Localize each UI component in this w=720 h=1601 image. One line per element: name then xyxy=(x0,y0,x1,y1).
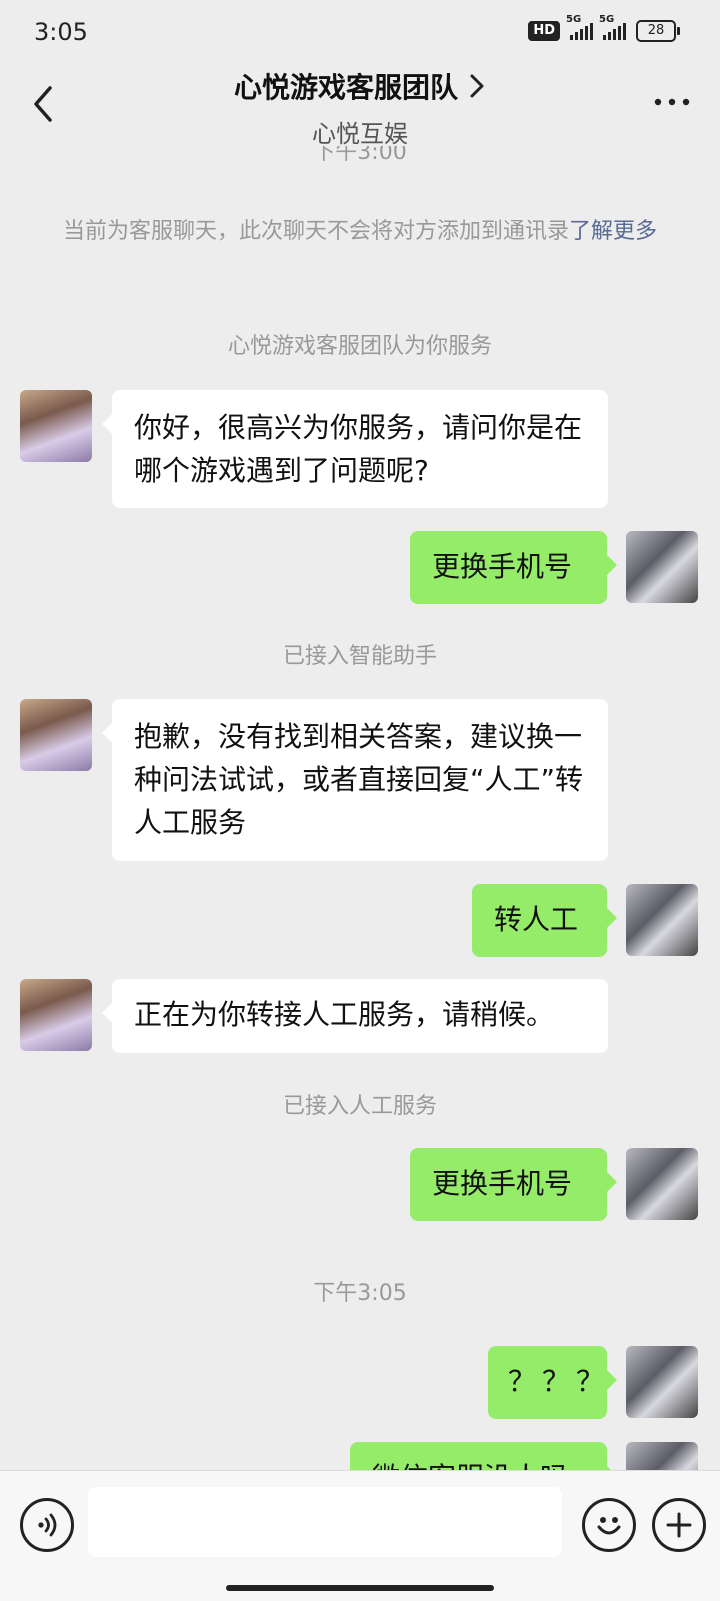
battery-icon: 28 xyxy=(636,20,680,42)
service-intro: 心悦游戏客服团队为你服务 xyxy=(227,334,492,359)
message-incoming[interactable]: 抱歉，没有找到相关答案，建议换一种问法试试，或者直接回复“人工”转人工服务 xyxy=(102,699,608,861)
chat-title: 心悦游戏客服团队 xyxy=(233,71,458,104)
chat-subtitle: 心悦互娱 xyxy=(312,120,408,148)
message-outgoing[interactable]: ？？？ xyxy=(488,1346,617,1419)
user-avatar[interactable] xyxy=(626,884,698,956)
more-dots-icon[interactable] xyxy=(654,96,690,108)
system-human-joined: 已接入人工服务 xyxy=(282,1094,437,1119)
user-avatar[interactable] xyxy=(626,531,698,603)
message-outgoing[interactable]: 转人工 xyxy=(472,884,617,957)
status-bar: 3:05 HD 5G 5G 28 xyxy=(0,0,720,64)
home-indicator xyxy=(226,1585,494,1591)
learn-more-link[interactable]: 了解更多 xyxy=(569,219,657,244)
plus-icon[interactable] xyxy=(652,1498,706,1552)
timestamp: 下午3:05 xyxy=(313,1281,407,1306)
message-outgoing[interactable]: 更换手机号 xyxy=(410,1148,617,1221)
clock: 3:05 xyxy=(34,18,88,46)
status-icons: HD 5G 5G 28 xyxy=(528,14,680,42)
system-assistant-joined: 已接入智能助手 xyxy=(282,644,437,669)
hd-icon: HD xyxy=(528,21,560,41)
message-incoming[interactable]: 正在为你转接人工服务，请稍候。 xyxy=(102,979,608,1053)
customer-service-notice: 当前为客服聊天，此次聊天不会将对方添加到通讯录了解更多 xyxy=(60,214,660,250)
agent-avatar[interactable] xyxy=(20,699,92,771)
chat-title-block[interactable]: 心悦游戏客服团队 心悦互娱 xyxy=(0,66,720,149)
agent-avatar[interactable] xyxy=(20,979,92,1051)
agent-avatar[interactable] xyxy=(20,390,92,462)
user-avatar[interactable] xyxy=(626,1346,698,1418)
message-outgoing[interactable]: 更换手机号 xyxy=(410,531,617,604)
chevron-right-icon xyxy=(470,74,484,98)
voice-icon[interactable] xyxy=(20,1498,74,1552)
chat-header: 心悦游戏客服团队 心悦互娱 xyxy=(0,64,720,149)
signal-icon-2: 5G xyxy=(599,14,626,40)
signal-icon: 5G xyxy=(566,14,593,40)
input-bar xyxy=(0,1470,720,1601)
message-incoming[interactable]: 你好，很高兴为你服务，请问你是在哪个游戏遇到了问题呢? xyxy=(102,390,608,508)
emoji-icon[interactable] xyxy=(582,1498,636,1552)
user-avatar[interactable] xyxy=(626,1148,698,1220)
message-input[interactable] xyxy=(88,1487,562,1557)
notice-text: 当前为客服聊天，此次聊天不会将对方添加到通讯录 xyxy=(62,219,569,244)
